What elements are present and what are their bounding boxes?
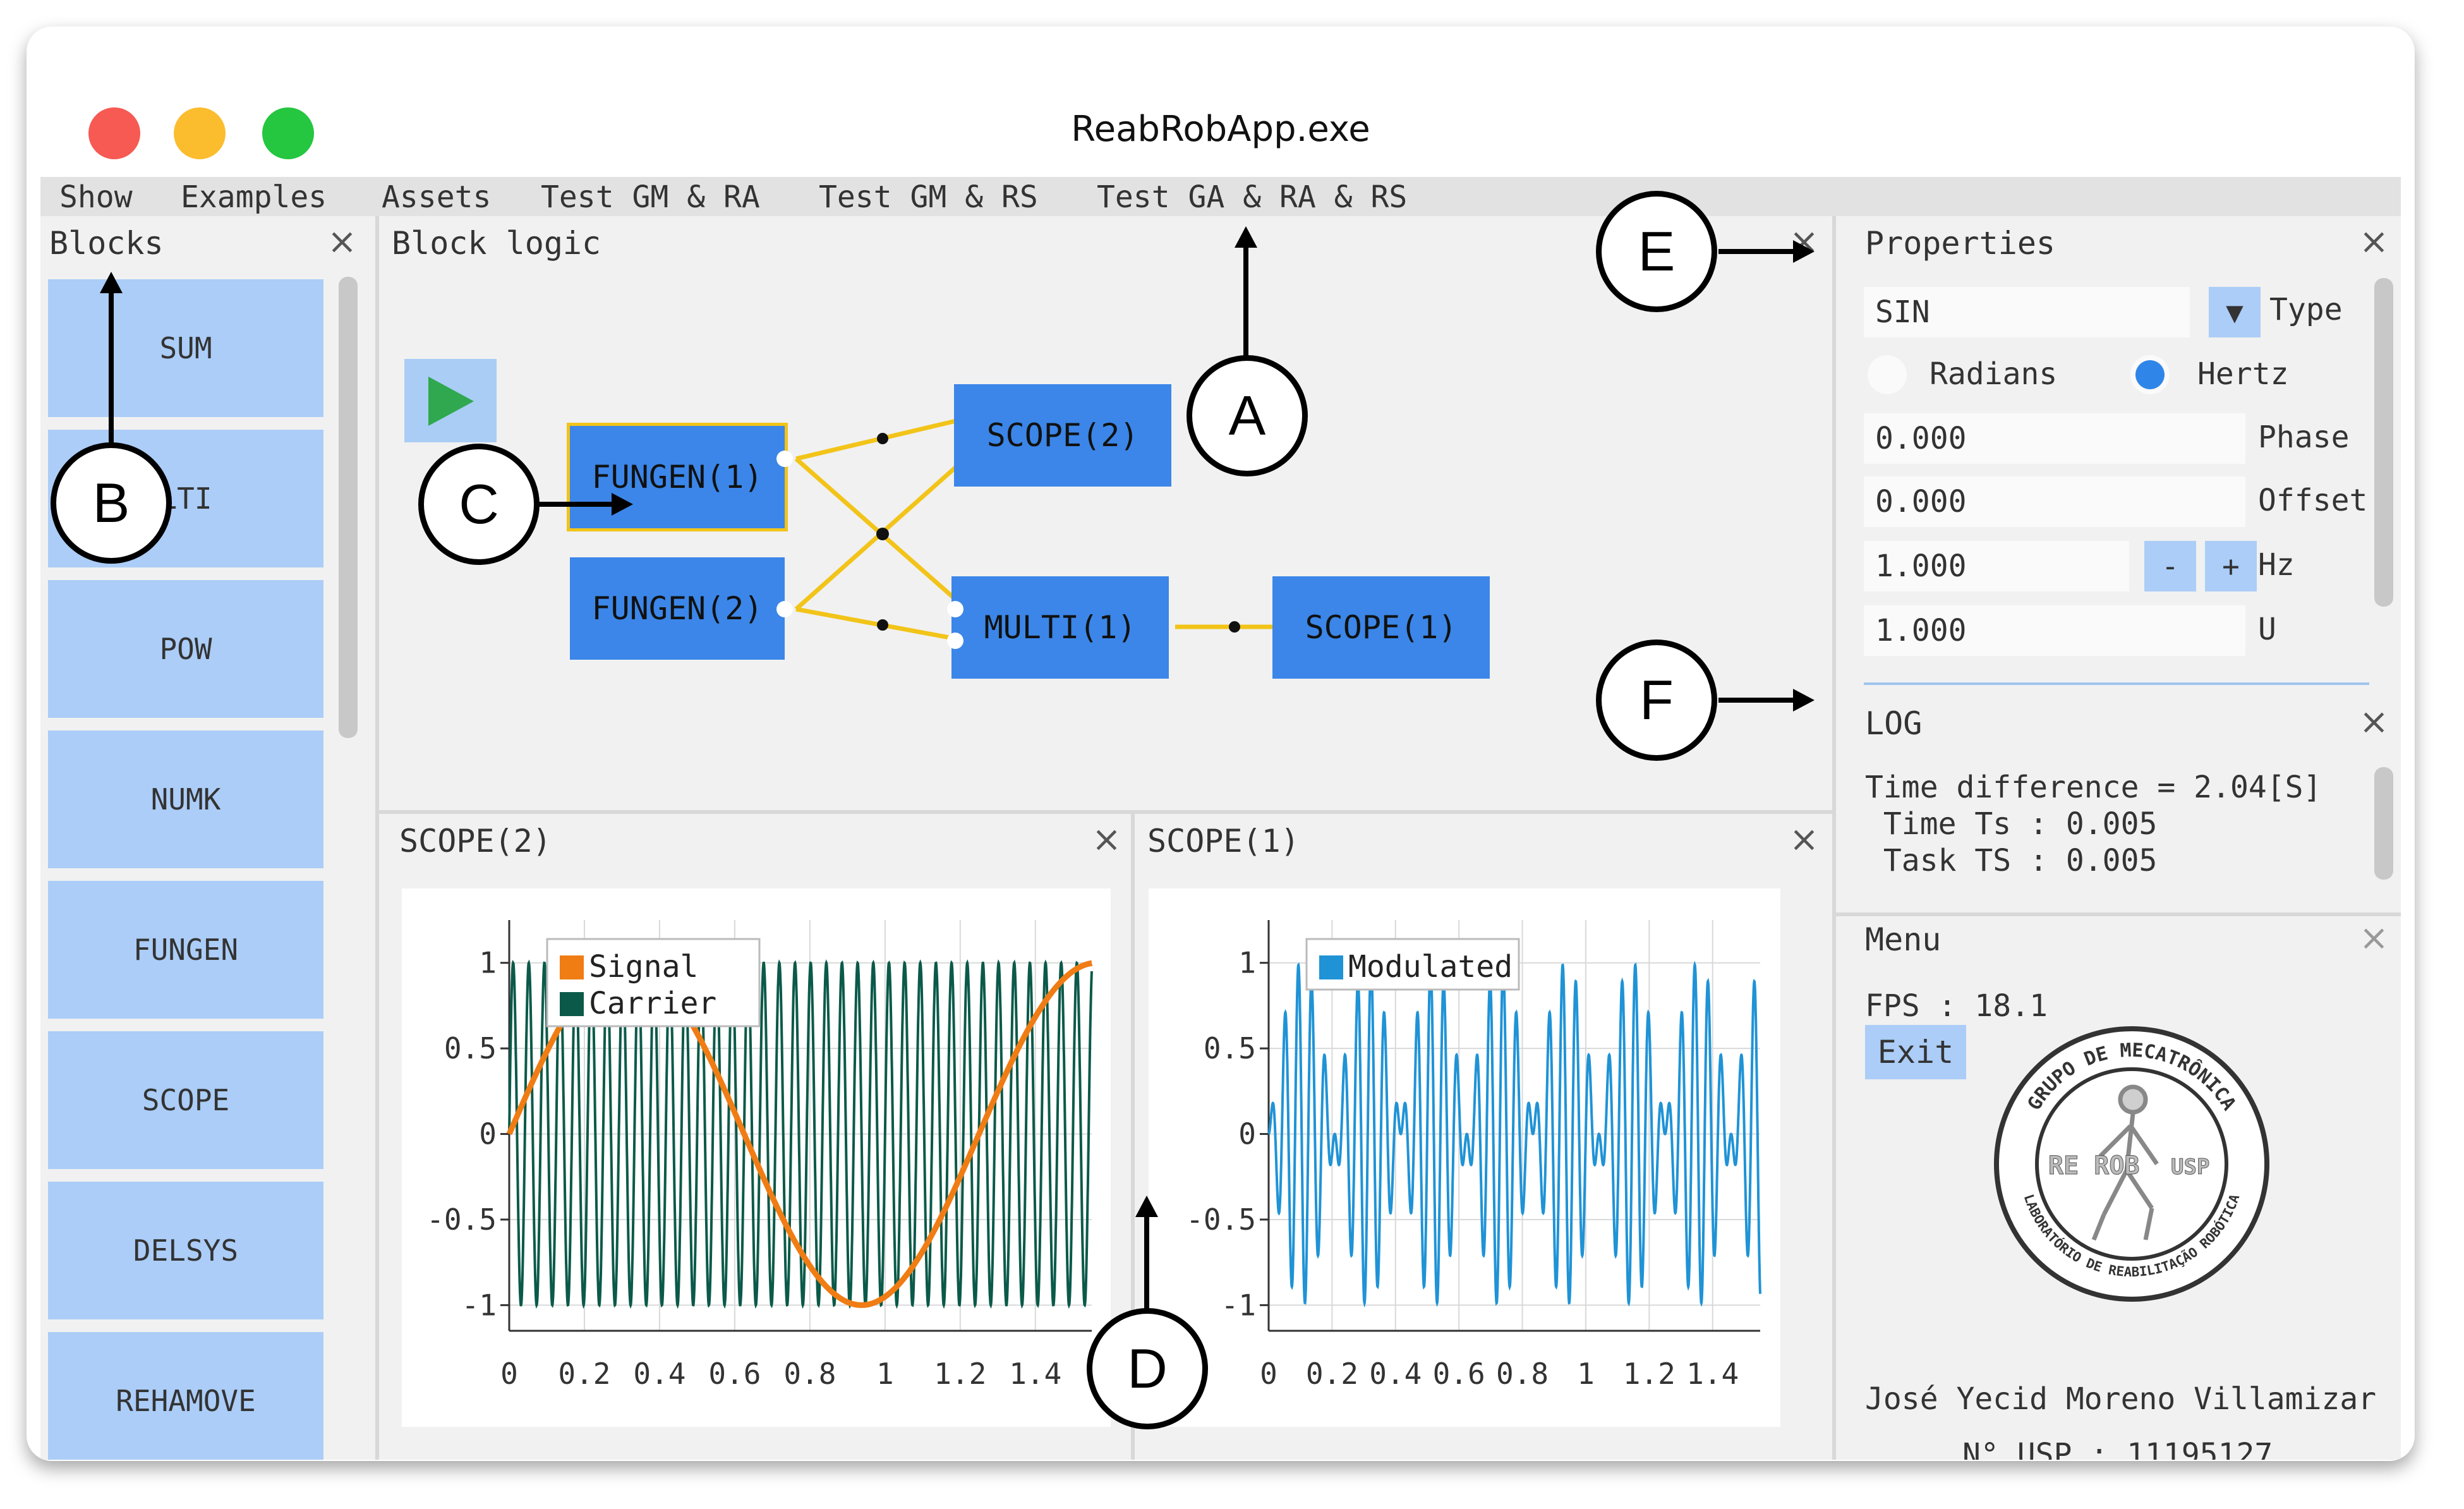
annotation-a: A (1187, 355, 1308, 476)
annotation-e: E (1596, 191, 1717, 312)
annotation-c: C (418, 444, 540, 565)
app-window: ReabRobApp.exe Show Examples Assets Test… (27, 27, 2415, 1461)
annotation-d: D (1087, 1308, 1208, 1429)
annotation-b: B (51, 442, 172, 564)
annotation-arrows (100, 226, 1815, 1311)
annotation-f: F (1596, 639, 1717, 761)
